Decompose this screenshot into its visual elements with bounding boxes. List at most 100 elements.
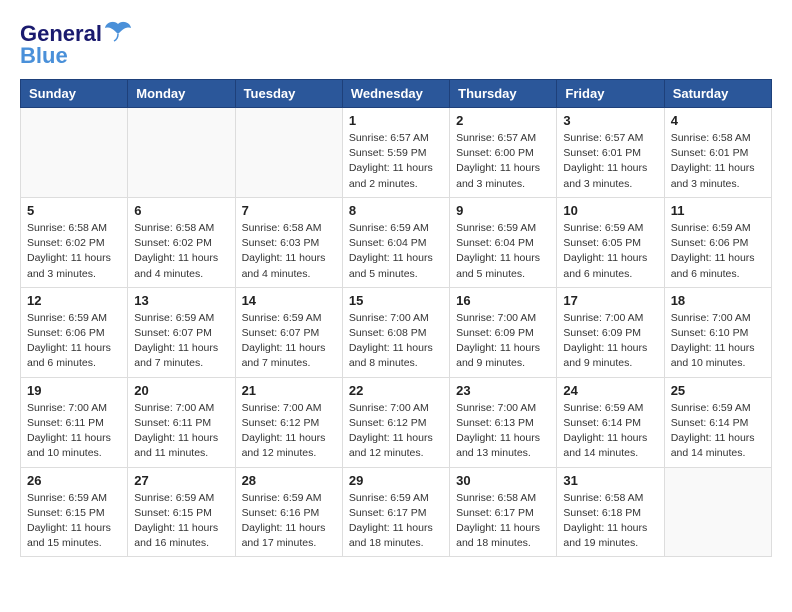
calendar-cell: 11Sunrise: 6:59 AM Sunset: 6:06 PM Dayli…	[664, 197, 771, 287]
calendar-cell: 27Sunrise: 6:59 AM Sunset: 6:15 PM Dayli…	[128, 467, 235, 557]
calendar-cell: 10Sunrise: 6:59 AM Sunset: 6:05 PM Dayli…	[557, 197, 664, 287]
calendar-cell: 24Sunrise: 6:59 AM Sunset: 6:14 PM Dayli…	[557, 377, 664, 467]
weekday-header: Sunday	[21, 80, 128, 108]
calendar-cell	[235, 108, 342, 198]
page-header: General Blue	[20, 20, 772, 69]
day-number: 23	[456, 383, 550, 398]
day-number: 7	[242, 203, 336, 218]
calendar-cell	[21, 108, 128, 198]
day-number: 31	[563, 473, 657, 488]
day-number: 6	[134, 203, 228, 218]
day-number: 18	[671, 293, 765, 308]
day-info: Sunrise: 6:59 AM Sunset: 6:06 PM Dayligh…	[671, 221, 765, 282]
calendar-week-row: 26 Sunrise: 6:59 AM Sunset: 6:15 PM Dayli…	[21, 467, 772, 557]
weekday-header: Monday	[128, 80, 235, 108]
calendar-week-row: 19Sunrise: 7:00 AM Sunset: 6:11 PM Dayli…	[21, 377, 772, 467]
day-number: 8	[349, 203, 443, 218]
day-info: Sunrise: 7:00 AM Sunset: 6:13 PM Dayligh…	[456, 401, 550, 462]
day-info: Sunrise: 7:00 AM Sunset: 6:12 PM Dayligh…	[242, 401, 336, 462]
logo-bird-icon	[104, 20, 132, 47]
calendar-cell: 31 Sunrise: 6:58 AM Sunset: 6:18 PM Dayli…	[557, 467, 664, 557]
calendar-cell: 8 Sunrise: 6:59 AM Sunset: 6:04 PM Daylig…	[342, 197, 449, 287]
weekday-header: Saturday	[664, 80, 771, 108]
calendar-cell: 14 Sunrise: 6:59 AM Sunset: 6:07 PM Dayli…	[235, 287, 342, 377]
calendar-cell: 2 Sunrise: 6:57 AM Sunset: 6:00 PM Daylig…	[450, 108, 557, 198]
calendar-week-row: 12 Sunrise: 6:59 AM Sunset: 6:06 PM Dayli…	[21, 287, 772, 377]
day-number: 20	[134, 383, 228, 398]
calendar-cell: 9Sunrise: 6:59 AM Sunset: 6:04 PM Daylig…	[450, 197, 557, 287]
day-number: 14	[242, 293, 336, 308]
day-number: 3	[563, 113, 657, 128]
calendar-cell: 5Sunrise: 6:58 AM Sunset: 6:02 PM Daylig…	[21, 197, 128, 287]
day-number: 15	[349, 293, 443, 308]
day-info: Sunrise: 6:58 AM Sunset: 6:01 PM Dayligh…	[671, 131, 765, 192]
calendar-cell: 12 Sunrise: 6:59 AM Sunset: 6:06 PM Dayli…	[21, 287, 128, 377]
calendar-cell: 7 Sunrise: 6:58 AM Sunset: 6:03 PM Daylig…	[235, 197, 342, 287]
day-number: 28	[242, 473, 336, 488]
day-info: Sunrise: 6:59 AM Sunset: 6:15 PM Dayligh…	[134, 491, 228, 552]
day-number: 10	[563, 203, 657, 218]
calendar-table: SundayMondayTuesdayWednesdayThursdayFrid…	[20, 79, 772, 557]
day-number: 30	[456, 473, 550, 488]
day-info: Sunrise: 6:58 AM Sunset: 6:02 PM Dayligh…	[27, 221, 121, 282]
day-info: Sunrise: 7:00 AM Sunset: 6:09 PM Dayligh…	[563, 311, 657, 372]
day-info: Sunrise: 6:57 AM Sunset: 6:00 PM Dayligh…	[456, 131, 550, 192]
day-number: 2	[456, 113, 550, 128]
weekday-header: Tuesday	[235, 80, 342, 108]
calendar-cell: 25 Sunrise: 6:59 AM Sunset: 6:14 PM Dayli…	[664, 377, 771, 467]
day-number: 16	[456, 293, 550, 308]
calendar-cell: 29 Sunrise: 6:59 AM Sunset: 6:17 PM Dayli…	[342, 467, 449, 557]
day-info: Sunrise: 6:59 AM Sunset: 6:07 PM Dayligh…	[242, 311, 336, 372]
day-number: 22	[349, 383, 443, 398]
weekday-header: Thursday	[450, 80, 557, 108]
calendar-cell: 23 Sunrise: 7:00 AM Sunset: 6:13 PM Dayli…	[450, 377, 557, 467]
calendar-header-row: SundayMondayTuesdayWednesdayThursdayFrid…	[21, 80, 772, 108]
day-info: Sunrise: 6:58 AM Sunset: 6:17 PM Dayligh…	[456, 491, 550, 552]
day-number: 1	[349, 113, 443, 128]
day-info: Sunrise: 6:59 AM Sunset: 6:06 PM Dayligh…	[27, 311, 121, 372]
day-number: 17	[563, 293, 657, 308]
day-number: 21	[242, 383, 336, 398]
calendar-cell: 4 Sunrise: 6:58 AM Sunset: 6:01 PM Daylig…	[664, 108, 771, 198]
day-number: 12	[27, 293, 121, 308]
calendar-cell	[664, 467, 771, 557]
calendar-cell: 22 Sunrise: 7:00 AM Sunset: 6:12 PM Dayli…	[342, 377, 449, 467]
calendar-cell: 6 Sunrise: 6:58 AM Sunset: 6:02 PM Daylig…	[128, 197, 235, 287]
day-info: Sunrise: 6:59 AM Sunset: 6:04 PM Dayligh…	[349, 221, 443, 282]
day-number: 29	[349, 473, 443, 488]
day-info: Sunrise: 7:00 AM Sunset: 6:11 PM Dayligh…	[134, 401, 228, 462]
day-number: 25	[671, 383, 765, 398]
calendar-cell: 16 Sunrise: 7:00 AM Sunset: 6:09 PM Dayli…	[450, 287, 557, 377]
calendar-cell: 28Sunrise: 6:59 AM Sunset: 6:16 PM Dayli…	[235, 467, 342, 557]
day-info: Sunrise: 6:59 AM Sunset: 6:07 PM Dayligh…	[134, 311, 228, 372]
calendar-cell: 3 Sunrise: 6:57 AM Sunset: 6:01 PM Daylig…	[557, 108, 664, 198]
calendar-cell	[128, 108, 235, 198]
day-info: Sunrise: 7:00 AM Sunset: 6:09 PM Dayligh…	[456, 311, 550, 372]
calendar-week-row: 5Sunrise: 6:58 AM Sunset: 6:02 PM Daylig…	[21, 197, 772, 287]
day-number: 13	[134, 293, 228, 308]
calendar-cell: 13 Sunrise: 6:59 AM Sunset: 6:07 PM Dayli…	[128, 287, 235, 377]
day-info: Sunrise: 6:57 AM Sunset: 6:01 PM Dayligh…	[563, 131, 657, 192]
calendar-cell: 15 Sunrise: 7:00 AM Sunset: 6:08 PM Dayli…	[342, 287, 449, 377]
day-info: Sunrise: 6:59 AM Sunset: 6:14 PM Dayligh…	[563, 401, 657, 462]
day-info: Sunrise: 7:00 AM Sunset: 6:08 PM Dayligh…	[349, 311, 443, 372]
calendar-week-row: 1 Sunrise: 6:57 AM Sunset: 5:59 PM Daylig…	[21, 108, 772, 198]
day-info: Sunrise: 7:00 AM Sunset: 6:12 PM Dayligh…	[349, 401, 443, 462]
calendar-cell: 17 Sunrise: 7:00 AM Sunset: 6:09 PM Dayli…	[557, 287, 664, 377]
day-info: Sunrise: 6:59 AM Sunset: 6:14 PM Dayligh…	[671, 401, 765, 462]
calendar-cell: 1 Sunrise: 6:57 AM Sunset: 5:59 PM Daylig…	[342, 108, 449, 198]
day-info: Sunrise: 6:58 AM Sunset: 6:18 PM Dayligh…	[563, 491, 657, 552]
day-info: Sunrise: 6:58 AM Sunset: 6:02 PM Dayligh…	[134, 221, 228, 282]
weekday-header: Wednesday	[342, 80, 449, 108]
logo-blue: Blue	[20, 43, 68, 69]
logo: General Blue	[20, 20, 132, 69]
day-info: Sunrise: 7:00 AM Sunset: 6:10 PM Dayligh…	[671, 311, 765, 372]
day-number: 4	[671, 113, 765, 128]
calendar-cell: 30 Sunrise: 6:58 AM Sunset: 6:17 PM Dayli…	[450, 467, 557, 557]
day-number: 26	[27, 473, 121, 488]
day-info: Sunrise: 6:59 AM Sunset: 6:15 PM Dayligh…	[27, 491, 121, 552]
day-info: Sunrise: 6:58 AM Sunset: 6:03 PM Dayligh…	[242, 221, 336, 282]
day-info: Sunrise: 6:59 AM Sunset: 6:17 PM Dayligh…	[349, 491, 443, 552]
calendar-cell: 21 Sunrise: 7:00 AM Sunset: 6:12 PM Dayli…	[235, 377, 342, 467]
day-info: Sunrise: 6:57 AM Sunset: 5:59 PM Dayligh…	[349, 131, 443, 192]
